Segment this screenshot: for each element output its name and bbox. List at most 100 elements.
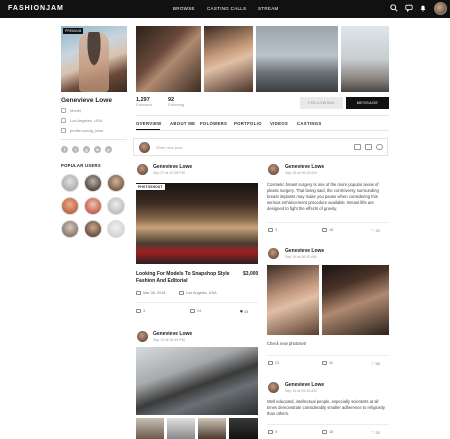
popular-user-avatar[interactable]	[84, 197, 102, 215]
post-thumbnail[interactable]	[167, 418, 195, 439]
gallery-image[interactable]	[136, 26, 201, 92]
nav-casting-calls[interactable]: CASTING CALLS	[207, 6, 246, 11]
repost-icon	[268, 228, 273, 232]
camera-icon[interactable]	[354, 144, 361, 150]
premium-badge: PREMIUM	[63, 28, 84, 34]
post-author[interactable]: Genevieve Lowe	[153, 331, 192, 337]
share-action[interactable]: 23	[268, 361, 279, 365]
post-author[interactable]: Genevieve Lowe	[285, 164, 324, 170]
post-avatar[interactable]	[268, 382, 279, 393]
popular-user-avatar[interactable]	[61, 220, 79, 238]
popular-user-avatar[interactable]	[107, 174, 125, 192]
post-avatar[interactable]	[137, 331, 148, 342]
card-divider	[267, 355, 389, 356]
share-action[interactable]: 3	[268, 430, 277, 434]
post-image[interactable]	[136, 347, 258, 415]
tab-about-me[interactable]: ABOUT ME	[170, 121, 195, 126]
composer-avatar	[139, 142, 150, 153]
post-avatar[interactable]	[268, 248, 279, 259]
tab-portfolio[interactable]: PORTFOLIO	[234, 121, 262, 126]
pinterest-icon[interactable]: p	[105, 146, 112, 153]
repost-icon	[268, 430, 273, 434]
post-time: Sep 27 at 12:35 PM	[153, 171, 185, 175]
nav-browse[interactable]: BROWSE	[173, 6, 195, 11]
like-action[interactable]: ♥ 45	[240, 309, 248, 315]
post-image[interactable]	[136, 183, 258, 264]
app-logo[interactable]: FASHIONJAM	[8, 5, 64, 12]
heart-outline-icon: ♡	[371, 431, 375, 435]
role-row: Model	[61, 108, 81, 113]
post-image[interactable]	[267, 265, 319, 335]
gallery-image[interactable]	[204, 26, 253, 92]
user-avatar[interactable]	[434, 2, 447, 15]
share-count: 23	[275, 361, 280, 365]
tab-followers[interactable]: FOLOWERS	[200, 121, 227, 126]
followers-label: Followers	[136, 103, 153, 107]
popular-user-avatar[interactable]	[61, 197, 79, 215]
comment-action[interactable]: 18	[322, 430, 333, 434]
comment-icon	[322, 361, 327, 365]
like-action[interactable]: ♡ 58	[371, 361, 380, 366]
search-icon[interactable]	[390, 4, 398, 12]
post-thumbnail[interactable]	[229, 418, 258, 439]
bell-icon[interactable]	[419, 4, 427, 12]
like-action[interactable]: ♡ 20	[371, 430, 380, 435]
repost-icon	[268, 361, 273, 365]
video-icon[interactable]	[365, 144, 372, 150]
post-composer[interactable]: Write new post	[133, 138, 388, 156]
pin-icon	[179, 291, 184, 295]
share-action[interactable]: 3	[136, 309, 145, 313]
post-text: Cosmetic breast surgery is one of the mo…	[267, 182, 379, 211]
composer-input[interactable]: Write new post	[156, 145, 182, 150]
nav-stream[interactable]: STREAM	[258, 6, 279, 11]
photoshoot-tag: PHOTOSHOOT	[136, 184, 165, 190]
post-image[interactable]	[322, 265, 389, 335]
linkedin-icon[interactable]: in	[94, 146, 101, 153]
popular-user-avatar[interactable]	[107, 220, 125, 238]
post-title[interactable]: Looking For Models To Snapshop Style Fas…	[136, 271, 231, 285]
post-author[interactable]: Genevieve Lowe	[285, 382, 324, 388]
post-text: Well educated, intellectual people, espe…	[267, 399, 386, 416]
handle-link[interactable]: profile.com/g_lowe	[70, 128, 103, 133]
comment-action[interactable]: 24	[190, 309, 201, 313]
chat-icon[interactable]	[405, 4, 413, 12]
tab-castings[interactable]: CASTINGS	[297, 121, 322, 126]
popular-user-avatar[interactable]	[107, 197, 125, 215]
twitter-icon[interactable]: t	[72, 146, 79, 153]
profile-name: Genevieve Lowe	[61, 97, 112, 104]
post-time: Sep 26 at 09:15 AM	[285, 171, 317, 175]
popular-user-avatar[interactable]	[84, 174, 102, 192]
tabs-divider	[136, 130, 389, 131]
facebook-icon[interactable]: f	[61, 146, 68, 153]
post-author[interactable]: Genevieve Lowe	[285, 248, 324, 254]
tab-overview[interactable]: OVERVIEW	[136, 121, 161, 126]
post-avatar[interactable]	[137, 164, 148, 175]
like-count: 58	[375, 362, 380, 366]
share-action[interactable]: 3	[268, 228, 277, 232]
post-thumbnail[interactable]	[136, 418, 164, 439]
comment-action[interactable]: 18	[322, 228, 333, 232]
post-thumbnail[interactable]	[198, 418, 226, 439]
comment-action[interactable]: 32	[322, 361, 333, 365]
left-divider	[61, 139, 127, 140]
following-button[interactable]: FOLLOWING	[300, 97, 343, 109]
top-navbar: FASHIONJAM BROWSE CASTING CALLS STREAM	[0, 0, 450, 18]
location-text: Los Angeles, USA	[70, 118, 103, 123]
location-icon[interactable]	[376, 144, 383, 150]
like-action[interactable]: ♡ 20	[371, 228, 380, 233]
like-count: 20	[375, 431, 380, 435]
post-time: Sep 15 at 09:15 AM	[285, 389, 317, 393]
message-button[interactable]: MESSAGE	[346, 97, 389, 109]
gallery-image[interactable]	[341, 26, 389, 92]
repost-icon	[136, 309, 141, 313]
heart-outline-icon: ♡	[371, 229, 375, 233]
post-author[interactable]: Genevieve Lowe	[153, 164, 192, 170]
comment-count: 18	[329, 430, 334, 434]
gallery-image[interactable]	[256, 26, 338, 92]
google-icon[interactable]: g	[83, 146, 90, 153]
tab-videos[interactable]: VIDEOS	[270, 121, 288, 126]
popular-user-avatar[interactable]	[84, 220, 102, 238]
post-date: Mar 06, 2018	[143, 291, 166, 295]
popular-user-avatar[interactable]	[61, 174, 79, 192]
post-avatar[interactable]	[268, 164, 279, 175]
